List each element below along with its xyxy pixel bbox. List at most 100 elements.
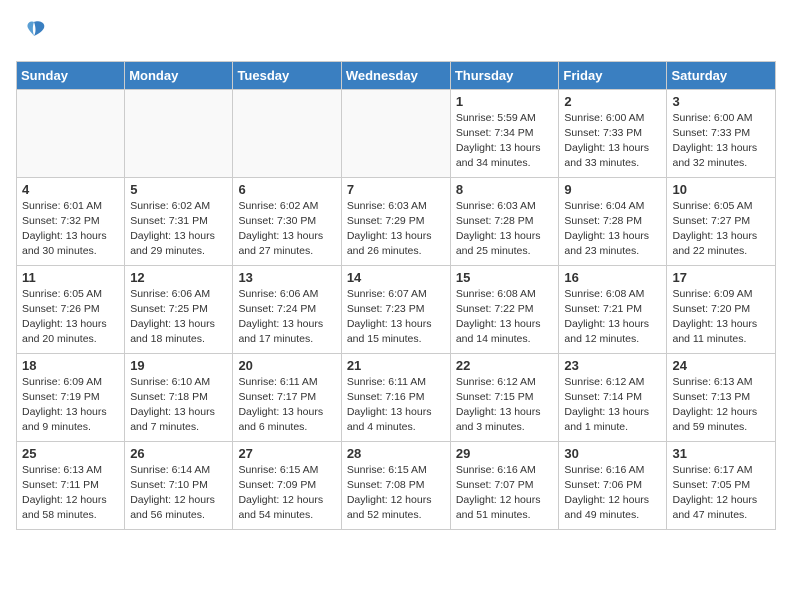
day-info: Sunrise: 6:15 AM Sunset: 7:08 PM Dayligh… — [347, 463, 445, 524]
calendar-cell — [341, 89, 450, 177]
day-info: Sunrise: 6:06 AM Sunset: 7:25 PM Dayligh… — [130, 287, 227, 348]
calendar-body: 1 Sunrise: 5:59 AM Sunset: 7:34 PM Daylig… — [17, 89, 776, 529]
day-number: 20 — [238, 358, 335, 373]
calendar-cell: 4 Sunrise: 6:01 AM Sunset: 7:32 PM Daylig… — [17, 177, 125, 265]
day-info: Sunrise: 6:12 AM Sunset: 7:15 PM Dayligh… — [456, 375, 554, 436]
day-number: 9 — [564, 182, 661, 197]
column-header-sunday: Sunday — [17, 61, 125, 89]
week-row-2: 4 Sunrise: 6:01 AM Sunset: 7:32 PM Daylig… — [17, 177, 776, 265]
day-number: 25 — [22, 446, 119, 461]
day-info: Sunrise: 6:01 AM Sunset: 7:32 PM Dayligh… — [22, 199, 119, 260]
day-info: Sunrise: 6:11 AM Sunset: 7:17 PM Dayligh… — [238, 375, 335, 436]
calendar-cell: 5 Sunrise: 6:02 AM Sunset: 7:31 PM Daylig… — [125, 177, 233, 265]
calendar-table: SundayMondayTuesdayWednesdayThursdayFrid… — [16, 61, 776, 530]
day-info: Sunrise: 6:17 AM Sunset: 7:05 PM Dayligh… — [672, 463, 770, 524]
calendar-cell: 19 Sunrise: 6:10 AM Sunset: 7:18 PM Dayli… — [125, 353, 233, 441]
day-info: Sunrise: 6:14 AM Sunset: 7:10 PM Dayligh… — [130, 463, 227, 524]
day-number: 19 — [130, 358, 227, 373]
day-info: Sunrise: 6:16 AM Sunset: 7:07 PM Dayligh… — [456, 463, 554, 524]
calendar-cell: 22Sunrise: 6:12 AM Sunset: 7:15 PM Dayli… — [450, 353, 559, 441]
calendar-cell: 8 Sunrise: 6:03 AM Sunset: 7:28 PM Daylig… — [450, 177, 559, 265]
column-header-monday: Monday — [125, 61, 233, 89]
day-info: Sunrise: 6:08 AM Sunset: 7:22 PM Dayligh… — [456, 287, 554, 348]
day-number: 18 — [22, 358, 119, 373]
calendar-cell: 27Sunrise: 6:15 AM Sunset: 7:09 PM Dayli… — [233, 441, 341, 529]
calendar-header-row: SundayMondayTuesdayWednesdayThursdayFrid… — [17, 61, 776, 89]
day-number: 23 — [564, 358, 661, 373]
calendar-cell: 17 Sunrise: 6:09 AM Sunset: 7:20 PM Dayli… — [667, 265, 776, 353]
day-number: 14 — [347, 270, 445, 285]
week-row-3: 11Sunrise: 6:05 AM Sunset: 7:26 PM Dayli… — [17, 265, 776, 353]
day-number: 6 — [238, 182, 335, 197]
day-info: Sunrise: 6:10 AM Sunset: 7:18 PM Dayligh… — [130, 375, 227, 436]
calendar-cell: 28 Sunrise: 6:15 AM Sunset: 7:08 PM Dayli… — [341, 441, 450, 529]
calendar-cell: 15 Sunrise: 6:08 AM Sunset: 7:22 PM Dayli… — [450, 265, 559, 353]
day-info: Sunrise: 6:09 AM Sunset: 7:19 PM Dayligh… — [22, 375, 119, 436]
calendar-cell — [125, 89, 233, 177]
day-info: Sunrise: 6:02 AM Sunset: 7:31 PM Dayligh… — [130, 199, 227, 260]
day-number: 30 — [564, 446, 661, 461]
column-header-friday: Friday — [559, 61, 667, 89]
day-number: 5 — [130, 182, 227, 197]
day-number: 4 — [22, 182, 119, 197]
day-info: Sunrise: 6:03 AM Sunset: 7:28 PM Dayligh… — [456, 199, 554, 260]
calendar-cell: 13 Sunrise: 6:06 AM Sunset: 7:24 PM Dayli… — [233, 265, 341, 353]
calendar-cell: 2 Sunrise: 6:00 AM Sunset: 7:33 PM Daylig… — [559, 89, 667, 177]
day-info: Sunrise: 6:06 AM Sunset: 7:24 PM Dayligh… — [238, 287, 335, 348]
day-number: 27 — [238, 446, 335, 461]
logo-bird-icon — [20, 16, 48, 49]
column-header-thursday: Thursday — [450, 61, 559, 89]
calendar-cell: 23 Sunrise: 6:12 AM Sunset: 7:14 PM Dayli… — [559, 353, 667, 441]
calendar-cell — [233, 89, 341, 177]
day-info: Sunrise: 6:00 AM Sunset: 7:33 PM Dayligh… — [672, 111, 770, 172]
calendar-cell: 20 Sunrise: 6:11 AM Sunset: 7:17 PM Dayli… — [233, 353, 341, 441]
day-info: Sunrise: 6:08 AM Sunset: 7:21 PM Dayligh… — [564, 287, 661, 348]
calendar-cell: 24 Sunrise: 6:13 AM Sunset: 7:13 PM Dayli… — [667, 353, 776, 441]
calendar-cell: 10Sunrise: 6:05 AM Sunset: 7:27 PM Dayli… — [667, 177, 776, 265]
calendar-cell — [17, 89, 125, 177]
day-number: 26 — [130, 446, 227, 461]
day-info: Sunrise: 5:59 AM Sunset: 7:34 PM Dayligh… — [456, 111, 554, 172]
day-number: 17 — [672, 270, 770, 285]
day-info: Sunrise: 6:00 AM Sunset: 7:33 PM Dayligh… — [564, 111, 661, 172]
day-info: Sunrise: 6:13 AM Sunset: 7:13 PM Dayligh… — [672, 375, 770, 436]
day-number: 24 — [672, 358, 770, 373]
calendar-cell: 1 Sunrise: 5:59 AM Sunset: 7:34 PM Daylig… — [450, 89, 559, 177]
calendar-cell: 9 Sunrise: 6:04 AM Sunset: 7:28 PM Daylig… — [559, 177, 667, 265]
day-number: 2 — [564, 94, 661, 109]
day-info: Sunrise: 6:04 AM Sunset: 7:28 PM Dayligh… — [564, 199, 661, 260]
calendar-cell: 29Sunrise: 6:16 AM Sunset: 7:07 PM Dayli… — [450, 441, 559, 529]
calendar-cell: 25 Sunrise: 6:13 AM Sunset: 7:11 PM Dayli… — [17, 441, 125, 529]
day-number: 8 — [456, 182, 554, 197]
day-number: 7 — [347, 182, 445, 197]
week-row-5: 25 Sunrise: 6:13 AM Sunset: 7:11 PM Dayli… — [17, 441, 776, 529]
day-number: 15 — [456, 270, 554, 285]
day-info: Sunrise: 6:11 AM Sunset: 7:16 PM Dayligh… — [347, 375, 445, 436]
column-header-tuesday: Tuesday — [233, 61, 341, 89]
day-number: 3 — [672, 94, 770, 109]
calendar-cell: 12 Sunrise: 6:06 AM Sunset: 7:25 PM Dayli… — [125, 265, 233, 353]
calendar-cell: 26 Sunrise: 6:14 AM Sunset: 7:10 PM Dayli… — [125, 441, 233, 529]
day-number: 10 — [672, 182, 770, 197]
day-number: 21 — [347, 358, 445, 373]
calendar-cell: 18 Sunrise: 6:09 AM Sunset: 7:19 PM Dayli… — [17, 353, 125, 441]
day-number: 11 — [22, 270, 119, 285]
day-number: 28 — [347, 446, 445, 461]
day-info: Sunrise: 6:09 AM Sunset: 7:20 PM Dayligh… — [672, 287, 770, 348]
day-number: 13 — [238, 270, 335, 285]
header — [16, 16, 776, 49]
day-number: 1 — [456, 94, 554, 109]
calendar-cell: 31Sunrise: 6:17 AM Sunset: 7:05 PM Dayli… — [667, 441, 776, 529]
week-row-4: 18 Sunrise: 6:09 AM Sunset: 7:19 PM Dayli… — [17, 353, 776, 441]
logo — [16, 16, 48, 49]
day-info: Sunrise: 6:07 AM Sunset: 7:23 PM Dayligh… — [347, 287, 445, 348]
day-info: Sunrise: 6:02 AM Sunset: 7:30 PM Dayligh… — [238, 199, 335, 260]
day-info: Sunrise: 6:13 AM Sunset: 7:11 PM Dayligh… — [22, 463, 119, 524]
calendar-cell: 30Sunrise: 6:16 AM Sunset: 7:06 PM Dayli… — [559, 441, 667, 529]
calendar-cell: 14 Sunrise: 6:07 AM Sunset: 7:23 PM Dayli… — [341, 265, 450, 353]
day-info: Sunrise: 6:12 AM Sunset: 7:14 PM Dayligh… — [564, 375, 661, 436]
day-number: 12 — [130, 270, 227, 285]
column-header-saturday: Saturday — [667, 61, 776, 89]
column-header-wednesday: Wednesday — [341, 61, 450, 89]
calendar-cell: 3 Sunrise: 6:00 AM Sunset: 7:33 PM Daylig… — [667, 89, 776, 177]
